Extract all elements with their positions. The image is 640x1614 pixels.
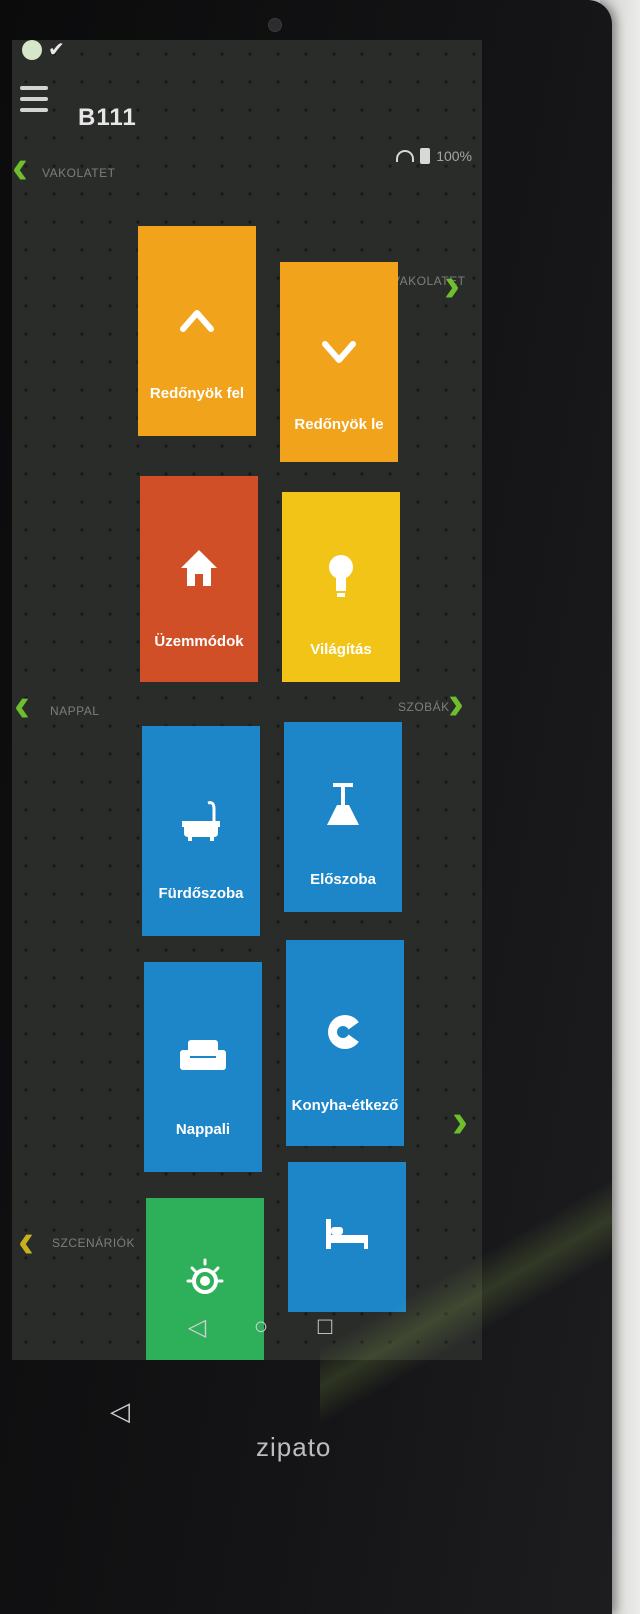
status-bar-right: 100% (396, 148, 472, 164)
chevron-up-icon (177, 285, 217, 355)
sun-icon (182, 1244, 228, 1314)
ceiling-lamp-icon (323, 771, 363, 841)
tile-shutters-down[interactable]: Redőnyök le (280, 262, 398, 462)
tile-label: Világítás (310, 640, 372, 658)
hamburger-menu-icon[interactable] (20, 86, 48, 112)
nav-label-left-bottom: Szcenáriók (52, 1236, 136, 1250)
kitchen-icon (325, 997, 365, 1067)
system-navigation-bar: ◁ ○ □ (180, 1310, 342, 1344)
bathtub-icon (178, 785, 224, 855)
tile-label: Előszoba (310, 870, 376, 888)
screen: ✔ 100% B111 ‹ Vakolatet Vakolatet › ‹ Na… (12, 40, 482, 1360)
nav-left-arrow-icon[interactable]: ‹ (12, 144, 28, 192)
tile-shutters-up[interactable]: Redőnyök fel (138, 226, 256, 436)
tile-kitchen-dining[interactable]: Konyha-étkező (286, 940, 404, 1146)
bed-icon (324, 1199, 370, 1269)
tile-bathroom[interactable]: Fürdőszoba (142, 726, 260, 936)
nav-right-arrow-icon[interactable]: › (444, 262, 460, 310)
wifi-icon (396, 150, 415, 162)
status-bar-left: ✔ (22, 40, 65, 60)
tile-label: Nappali (175, 1120, 231, 1138)
battery-text: 100% (436, 148, 472, 164)
tile-living-room[interactable]: Nappali (144, 962, 262, 1172)
light-bulb-icon (326, 541, 356, 611)
tile-label: Fürdőszoba (158, 884, 244, 902)
nav-label-right-middle: Szobák (398, 700, 450, 714)
speaker-icon: ◁ (110, 1396, 130, 1426)
tablet-device: ✔ 100% B111 ‹ Vakolatet Vakolatet › ‹ Na… (0, 0, 612, 1614)
chevron-down-icon (319, 316, 359, 386)
front-camera (268, 18, 282, 32)
tile-hallway[interactable]: Előszoba (284, 722, 402, 912)
nav-right-arrow-icon[interactable]: › (448, 680, 464, 728)
home-button[interactable]: ○ (244, 1310, 278, 1344)
tile-modes[interactable]: Üzemmódok (140, 476, 258, 682)
battery-icon (420, 148, 431, 164)
tile-label: Redőnyök fel (149, 384, 245, 402)
recents-button[interactable]: □ (308, 1310, 342, 1344)
nav-right-arrow-icon[interactable]: › (452, 1098, 468, 1146)
tile-label: Redőnyök le (294, 415, 384, 433)
notification-icon (22, 40, 42, 60)
back-button[interactable]: ◁ (180, 1310, 214, 1344)
tile-label: Konyha-étkező (291, 1096, 399, 1114)
tile-label: Üzemmódok (154, 632, 244, 650)
brand-logo: zipato (256, 1432, 332, 1462)
house-icon (177, 533, 221, 603)
nav-label-left-top: Vakolatet (42, 166, 116, 180)
nav-left-arrow-icon[interactable]: ‹ (14, 682, 30, 730)
check-icon: ✔ (48, 40, 65, 61)
page-title: B111 (78, 104, 137, 131)
sofa-icon (178, 1021, 228, 1091)
nav-left-arrow-icon[interactable]: ‹ (18, 1218, 34, 1266)
nav-label-left-middle: Nappal (50, 704, 100, 718)
tile-bedroom[interactable] (288, 1162, 406, 1312)
tile-lighting[interactable]: Világítás (282, 492, 400, 682)
